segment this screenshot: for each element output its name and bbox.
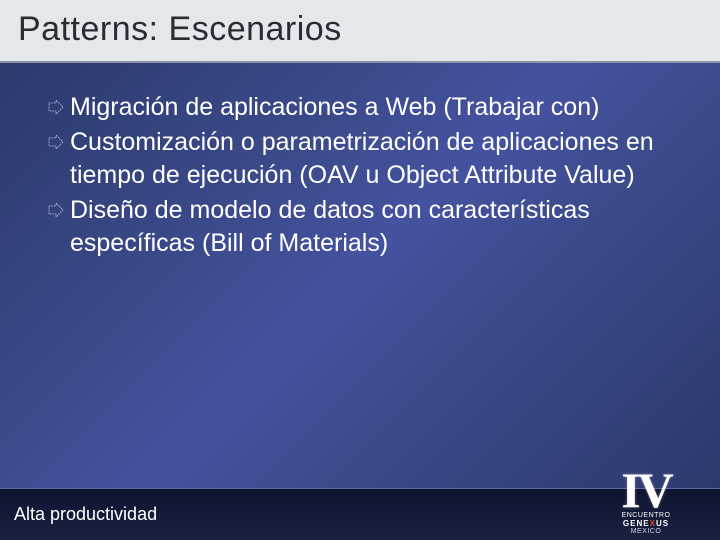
- logo-brand-post: US: [656, 519, 669, 528]
- bullet-text: Migración de aplicaciones a Web (Trabaja…: [70, 91, 678, 124]
- footer-text: Alta productividad: [14, 504, 157, 525]
- logo-brand: GENEXUS: [622, 520, 671, 529]
- bullet-text: Diseño de modelo de datos con caracterís…: [70, 194, 678, 260]
- title-bar: Patterns: Escenarios: [0, 0, 720, 63]
- logo-roman-numeral: IV: [621, 470, 671, 510]
- logo-brand-pre: GENE: [623, 519, 650, 528]
- slide-title: Patterns: Escenarios: [18, 10, 702, 49]
- logo-subtext: ENCUENTRO GENEXUS MEXICO: [622, 512, 671, 536]
- list-item: Migración de aplicaciones a Web (Trabaja…: [42, 91, 678, 124]
- bullet-arrow-icon: [48, 135, 64, 149]
- list-item: Diseño de modelo de datos con caracterís…: [42, 194, 678, 260]
- event-logo: IV ENCUENTRO GENEXUS MEXICO: [586, 450, 706, 536]
- bullet-arrow-icon: [48, 203, 64, 217]
- bullet-arrow-icon: [48, 100, 64, 114]
- content-area: Migración de aplicaciones a Web (Trabaja…: [0, 63, 720, 260]
- bullet-text: Customización o parametrización de aplic…: [70, 126, 678, 192]
- logo-line-mexico: MEXICO: [622, 528, 671, 536]
- list-item: Customización o parametrización de aplic…: [42, 126, 678, 192]
